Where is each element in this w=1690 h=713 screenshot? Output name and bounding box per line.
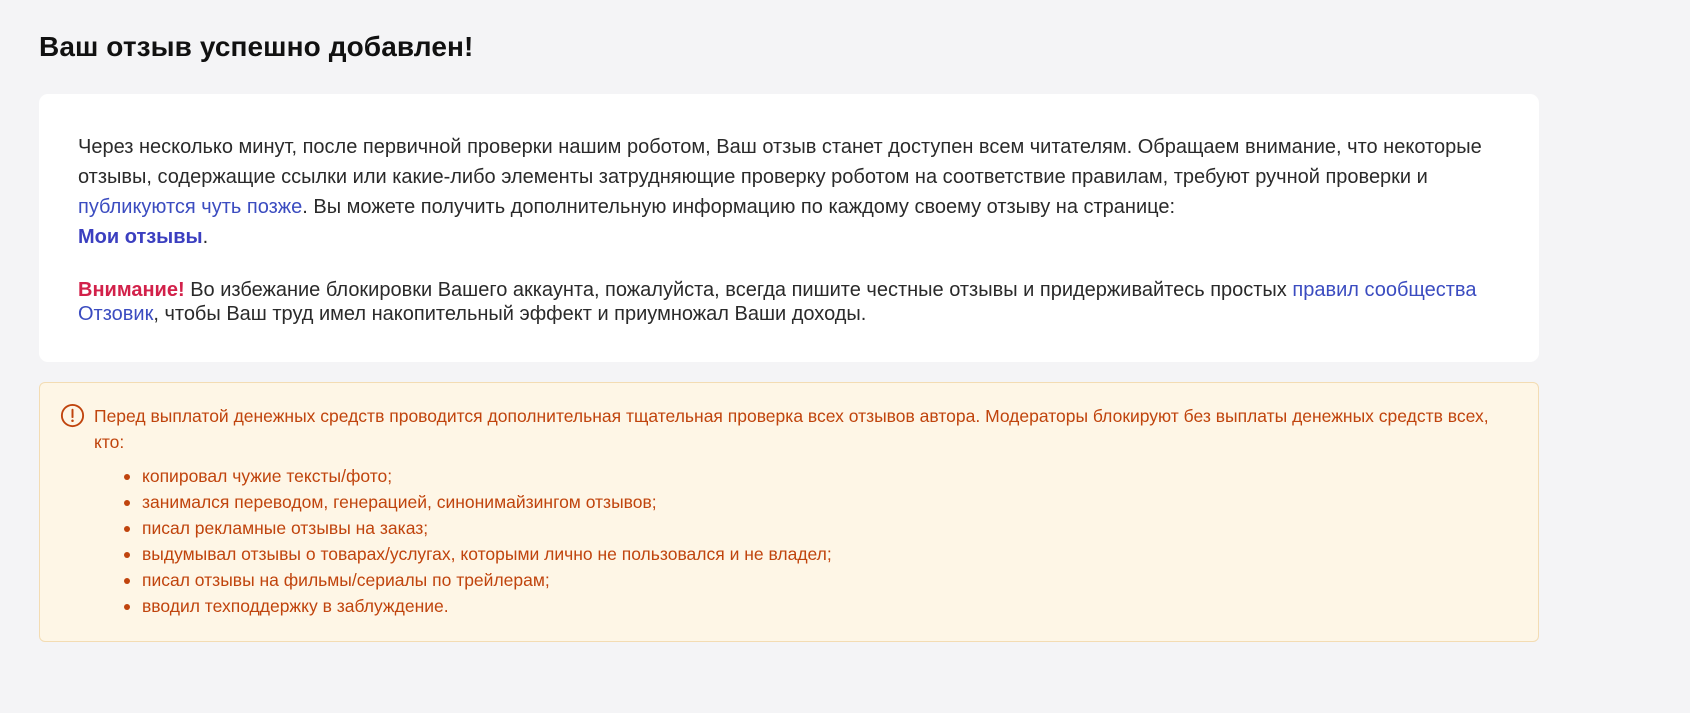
exclamation-circle-icon xyxy=(60,403,85,428)
list-item: писал отзывы на фильмы/сериалы по трейле… xyxy=(124,567,1498,593)
list-item: занимался переводом, генерацией, синоним… xyxy=(124,489,1498,515)
warning-text-part1: Во избежание блокировки Вашего аккаунта,… xyxy=(184,279,1293,301)
my-reviews-link[interactable]: Мои отзывы xyxy=(78,226,203,248)
warning-paragraph: Внимание! Во избежание блокировки Вашего… xyxy=(78,278,1499,326)
info-text-end: . xyxy=(202,226,209,248)
list-item: вводил техподдержку в заблуждение. xyxy=(124,593,1498,619)
info-paragraph: Через несколько минут, после первичной п… xyxy=(78,132,1499,252)
page: Ваш отзыв успешно добавлен! Через нескол… xyxy=(0,0,1690,713)
list-item: копировал чужие тексты/фото; xyxy=(124,463,1498,489)
published-later-link[interactable]: публикуются чуть позже xyxy=(78,196,302,218)
info-text-part2: . Вы можете получить дополнительную инфо… xyxy=(302,196,1176,218)
notice-header: Перед выплатой денежных средств проводит… xyxy=(60,403,1498,455)
warning-text-part2: , чтобы Ваш труд имел накопительный эффе… xyxy=(153,303,867,325)
notice-text: Перед выплатой денежных средств проводит… xyxy=(94,406,1489,452)
page-title: Ваш отзыв успешно добавлен! xyxy=(39,31,474,62)
violations-list: копировал чужие тексты/фото; занимался п… xyxy=(124,463,1498,619)
success-message-card: Через несколько минут, после первичной п… xyxy=(39,94,1539,362)
list-item: выдумывал отзывы о товарах/услугах, кото… xyxy=(124,541,1498,567)
warning-label: Внимание! xyxy=(78,279,185,301)
list-item: писал рекламные отзывы на заказ; xyxy=(124,515,1498,541)
info-text-part1: Через несколько минут, после первичной п… xyxy=(78,136,1482,188)
payout-notice: Перед выплатой денежных средств проводит… xyxy=(39,382,1539,642)
